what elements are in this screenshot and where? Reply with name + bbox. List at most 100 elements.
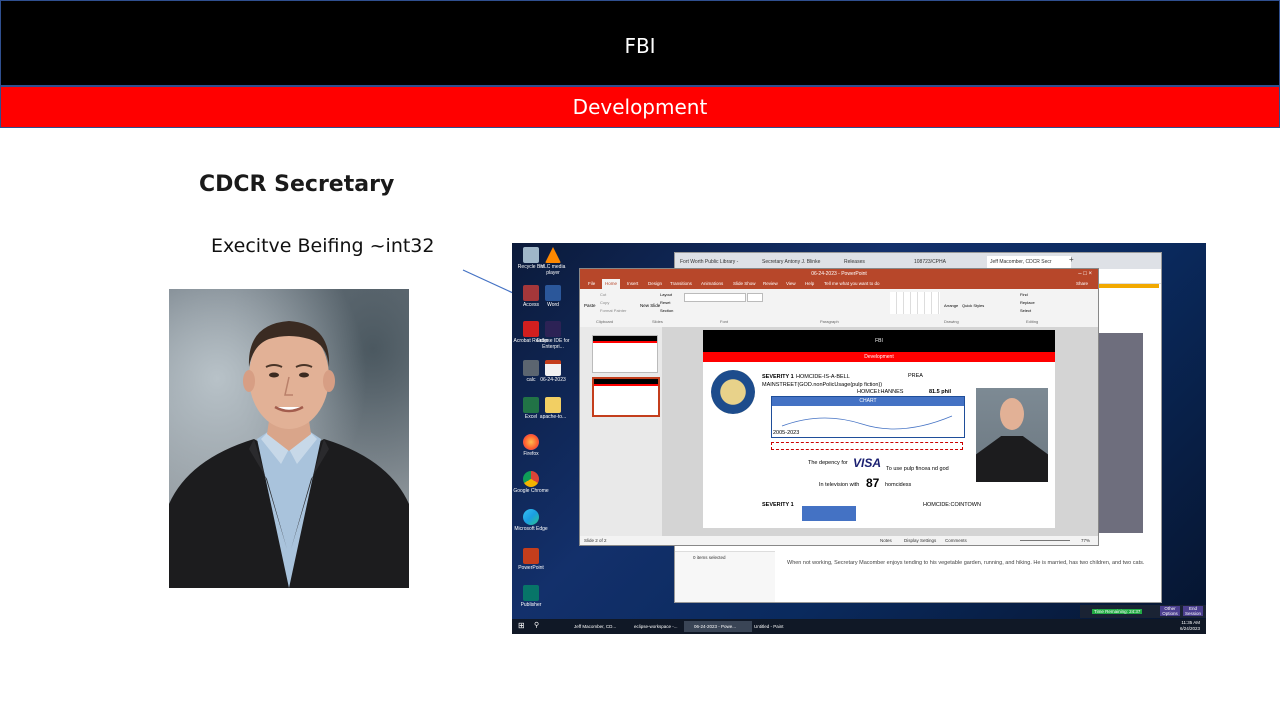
slide-editing-canvas[interactable]: FBI Development SEVERITY 1 HOMCIDE-IS-A-… (662, 327, 1098, 536)
slide-thumbnail-1[interactable] (592, 335, 658, 373)
eclipse-icon (545, 321, 561, 337)
shapes-gallery[interactable] (890, 292, 940, 314)
taskbar-clock[interactable]: 11:35 AM 6/24/2023 (1180, 620, 1200, 632)
find-button[interactable]: Find (1020, 292, 1028, 297)
edge-icon (523, 509, 539, 525)
visa-logo: VISA (853, 456, 882, 470)
menu-insert[interactable]: Insert (627, 279, 638, 289)
selected-textbox[interactable] (771, 442, 963, 450)
copy-button[interactable]: Copy (600, 300, 609, 305)
desktop-screenshot: Recycle Bin VLC media player Access Word… (512, 243, 1206, 634)
quick-styles-button[interactable]: Quick Styles (962, 303, 984, 308)
arrange-button[interactable]: Arrange (944, 303, 958, 308)
search-icon[interactable]: ⚲ (534, 621, 539, 629)
top-title-bar: FBI (0, 0, 1280, 86)
group-label-drawing: Drawing (944, 319, 959, 324)
share-button[interactable]: Share (1076, 279, 1088, 289)
paste-button[interactable]: Paste (584, 303, 596, 308)
cut-button[interactable]: Cut (600, 292, 606, 297)
slide-thumbnail-2[interactable] (592, 377, 660, 417)
explorer-status: 0 items selected (693, 555, 726, 560)
chart-header: CHART (772, 397, 964, 406)
desktop-icon-eclipse[interactable]: Eclipse IDE for Enterpri... (535, 321, 571, 350)
menu-slideshow[interactable]: Slide Show (733, 279, 756, 289)
new-tab-button[interactable]: + (1069, 255, 1074, 264)
group-label-slides: Slides (652, 319, 663, 324)
format-painter-button[interactable]: Format Painter (600, 308, 626, 313)
severity-label-2: SEVERITY 1 (762, 502, 794, 508)
bio-paragraph: When not working, Secretary Macomber enj… (787, 560, 1145, 566)
replace-button[interactable]: Replace (1020, 300, 1035, 305)
font-size-box[interactable] (747, 293, 763, 302)
browser-tab-strip: Fort Worth Public Library - Secretary An… (675, 253, 1161, 269)
reset-button[interactable]: Reset (660, 300, 670, 305)
clock-date: 6/24/2023 (1179, 626, 1200, 631)
page-side-photo (1099, 333, 1143, 533)
pulp-text: To use pulp fincea nd god (886, 466, 949, 472)
other-options-button[interactable]: Other Options (1160, 606, 1180, 616)
desktop-icon-firefox[interactable]: Firefox (513, 434, 549, 457)
group-label-font: Font (720, 319, 729, 324)
end-session-button[interactable]: End Session (1183, 606, 1203, 616)
homcide-bell-text: HOMCIDE-IS-A-BELL (796, 374, 850, 380)
person-illustration (169, 321, 409, 588)
desktop-icon-powerpoint[interactable]: PowerPoint (513, 548, 549, 571)
phil-text: 81.5 phil (929, 389, 952, 395)
taskbar-item-eclipse[interactable]: eclipse-workspace -... (624, 621, 692, 632)
desktop-icon-publisher[interactable]: Publisher (513, 585, 549, 608)
desktop-icon-edge[interactable]: Microsoft Edge (513, 509, 549, 532)
inner-slide[interactable]: FBI Development SEVERITY 1 HOMCIDE-IS-A-… (703, 330, 1055, 528)
select-button[interactable]: Select (1020, 308, 1031, 313)
tell-me-search[interactable]: Tell me what you want to do (824, 279, 880, 289)
inner-chart: CHART (771, 396, 965, 438)
powerpoint-window[interactable]: 06-24-2023 - PowerPoint – □ × File Home … (579, 268, 1099, 546)
menu-view[interactable]: View (786, 279, 796, 289)
layout-button[interactable]: Layout (660, 292, 672, 297)
folder-icon (545, 397, 561, 413)
font-name-box[interactable] (684, 293, 746, 302)
seal-logo-icon (711, 370, 755, 414)
ppt-ribbon: Paste Cut Copy Format Painter New Slide … (580, 289, 1098, 328)
start-windows-icon[interactable]: ⊞ (518, 621, 525, 630)
group-label-paragraph: Paragraph (820, 319, 839, 324)
ppt-title-bar: 06-24-2023 - PowerPoint – □ × (580, 269, 1098, 279)
portrait-photo (169, 289, 409, 588)
severity-label: SEVERITY 1 (762, 374, 794, 380)
comments-button[interactable]: Comments (945, 536, 967, 545)
desktop-icon-chrome[interactable]: Google Chrome (513, 471, 549, 494)
publisher-icon (523, 585, 539, 601)
desktop-icon-apache[interactable]: apache-to... (535, 397, 571, 420)
taskbar-item-powerpoint[interactable]: 06-24-2023 - Powe... (684, 621, 752, 632)
desktop-icon-pptx-file[interactable]: 06-24-2023 (535, 360, 571, 383)
years-text: 2005-2023 (773, 430, 800, 436)
group-label-clipboard: Clipboard (596, 319, 614, 324)
taskbar-item-chrome[interactable]: Jeff Macomber, CD... (564, 621, 632, 632)
desktop-icon-word[interactable]: Word (535, 285, 571, 308)
blue-rectangle (802, 506, 856, 521)
chart-line (781, 415, 953, 430)
windows-taskbar: ⊞ ⚲ Jeff Macomber, CD... eclipse-workspa… (512, 619, 1206, 634)
television-text: In television with (819, 482, 860, 488)
menu-transitions[interactable]: Transitions (670, 279, 692, 289)
menu-file[interactable]: File (588, 279, 595, 289)
menu-help[interactable]: Help (805, 279, 814, 289)
explorer-pane: 0 items selected (675, 551, 775, 602)
notes-button[interactable]: Notes (880, 536, 892, 545)
desktop-icon-vlc[interactable]: VLC media player (535, 247, 571, 276)
powerpoint-icon (523, 548, 539, 564)
section-button[interactable]: Section (660, 308, 673, 313)
top-title: FBI (624, 34, 656, 58)
chrome-icon (523, 471, 539, 487)
menu-home[interactable]: Home (602, 279, 621, 289)
display-settings-button[interactable]: Display Settings (904, 536, 936, 545)
zoom-level[interactable]: 77% (1081, 536, 1090, 545)
vlc-icon (545, 247, 561, 263)
menu-review[interactable]: Review (763, 279, 778, 289)
new-slide-button[interactable]: New Slide (640, 303, 660, 308)
zoom-slider[interactable] (1020, 540, 1070, 541)
ppt-status-bar: Slide 2 of 2 Notes Display Settings Comm… (580, 536, 1098, 545)
menu-design[interactable]: Design (648, 279, 662, 289)
ppt-window-controls[interactable]: – □ × (1078, 269, 1092, 279)
menu-animations[interactable]: Animations (701, 279, 723, 289)
taskbar-item-paint[interactable]: Untitled - Paint (744, 621, 806, 632)
